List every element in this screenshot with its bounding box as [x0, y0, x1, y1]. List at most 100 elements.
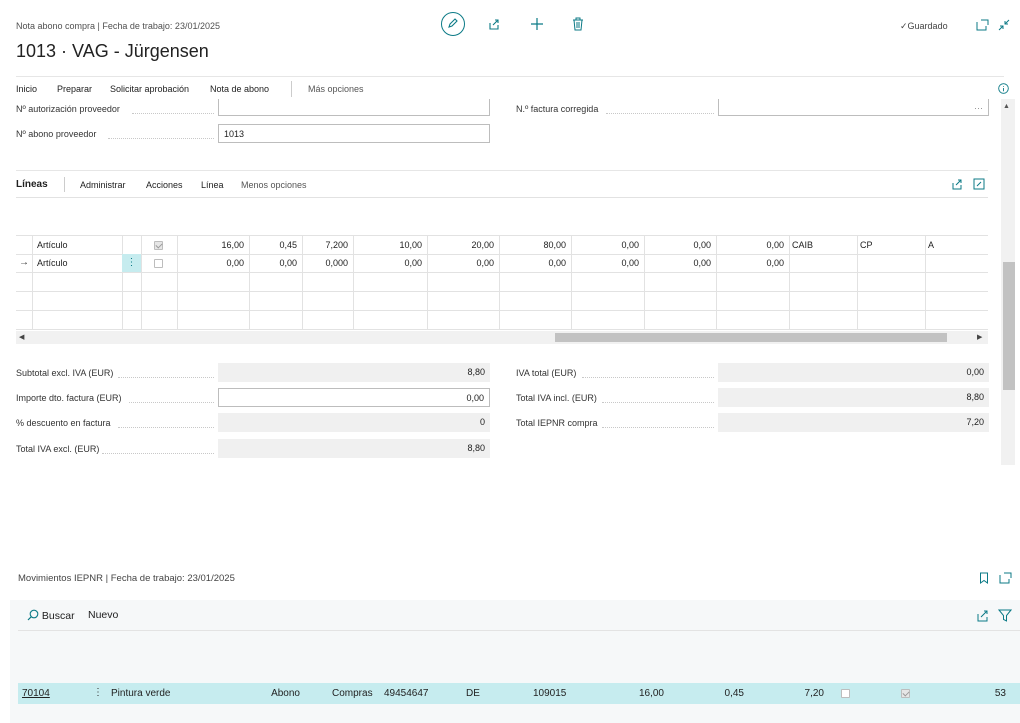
grid-line: [32, 236, 33, 330]
table-cell[interactable]: 0,00: [719, 240, 784, 250]
table-cell[interactable]: A: [928, 240, 983, 250]
table-cell[interactable]: 0,45: [252, 240, 297, 250]
open-new-window-icon[interactable]: [999, 572, 1012, 584]
divider: [291, 81, 292, 97]
grid-line: [16, 329, 988, 330]
grid-line: [249, 236, 250, 330]
leader-dots: [118, 427, 214, 428]
divider: [64, 177, 65, 192]
hscrollbar-thumb[interactable]: [555, 333, 947, 342]
grid-line: [427, 236, 428, 330]
apply-iepnr-checkbox[interactable]: [154, 259, 163, 268]
total-excl-value: 8,80: [218, 439, 490, 458]
action-mas-opciones[interactable]: Más opciones: [308, 84, 364, 94]
scrollbar-thumb[interactable]: [1003, 262, 1015, 390]
iepnr-total-value: 7,20: [718, 413, 989, 432]
apply-iepnr-checkbox[interactable]: [154, 241, 163, 250]
leader-dots: [582, 377, 714, 378]
credit-memo-page: Nota abono compra | Fecha de trabajo: 23…: [0, 0, 1020, 470]
total-excl-label: Total IVA excl. (EUR): [16, 444, 100, 454]
table-cell[interactable]: 0,00: [252, 258, 297, 268]
field-label-auth: Nº autorización proveedor: [16, 104, 120, 114]
open-new-window-icon[interactable]: [976, 19, 989, 31]
action-nota-de-abono[interactable]: Nota de abono: [210, 84, 269, 94]
table-cell[interactable]: 0,00: [502, 258, 566, 268]
tab-administrar[interactable]: Administrar: [80, 180, 126, 190]
table-cell[interactable]: 0,00: [356, 258, 422, 268]
collapse-icon[interactable]: [998, 19, 1010, 31]
share-icon[interactable]: [487, 17, 501, 31]
table-cell[interactable]: Artículo: [37, 240, 117, 250]
table-cell[interactable]: 0,000: [305, 258, 348, 268]
scroll-right-icon[interactable]: ▶: [977, 333, 982, 341]
leader-dots: [108, 138, 214, 139]
grid-line: [16, 235, 988, 236]
saved-status: ✓Guardado: [900, 21, 948, 31]
auth-input[interactable]: [218, 99, 490, 116]
grid-line: [499, 236, 500, 330]
tab-acciones[interactable]: Acciones: [146, 180, 183, 190]
sujeto-checkbox[interactable]: [901, 689, 910, 698]
leader-dots: [606, 113, 714, 114]
table-cell[interactable]: 0,00: [647, 240, 711, 250]
table-cell[interactable]: 0,00: [719, 258, 784, 268]
search-label: Buscar: [41, 610, 75, 622]
grid-line: [571, 236, 572, 330]
share-icon[interactable]: [976, 609, 989, 622]
table-cell[interactable]: 0,00: [430, 258, 494, 268]
table-cell[interactable]: 80,00: [502, 240, 566, 250]
table-cell[interactable]: CP: [860, 240, 920, 250]
total-incl-value: 8,80: [718, 388, 989, 407]
action-preparar[interactable]: Preparar: [57, 84, 92, 94]
table-cell[interactable]: CAIB: [792, 240, 852, 250]
table-cell: 7,20: [804, 688, 824, 699]
action-solicitar-aprobacion[interactable]: Solicitar aprobación: [110, 84, 189, 94]
table-cell[interactable]: Artículo: [37, 258, 117, 268]
table-cell[interactable]: 7,200: [305, 240, 348, 250]
scroll-left-icon[interactable]: ◀: [19, 333, 24, 341]
divider: [16, 76, 1004, 77]
exento-checkbox[interactable]: [841, 689, 850, 698]
table-cell: Compras: [332, 688, 373, 699]
bookmark-icon[interactable]: [979, 572, 989, 584]
row-menu-icon[interactable]: ⋮: [93, 687, 103, 698]
table-cell[interactable]: 16,00: [180, 240, 244, 250]
expand-icon[interactable]: [973, 178, 985, 190]
share-icon[interactable]: [951, 178, 963, 190]
lines-title: Líneas: [16, 179, 48, 190]
trash-icon[interactable]: [572, 17, 584, 31]
grid-line: [789, 236, 790, 330]
divider: [16, 170, 988, 171]
plus-icon[interactable]: [530, 17, 544, 31]
discount-pct-label: % descuento en factura: [16, 418, 111, 428]
corrected-invoice-input[interactable]: ···: [718, 99, 989, 116]
new-button[interactable]: Nuevo: [88, 609, 118, 621]
table-cell[interactable]: 0,00: [574, 258, 639, 268]
search-icon: [27, 609, 39, 621]
table-cell[interactable]: 20,00: [430, 240, 494, 250]
total-incl-label: Total IVA incl. (EUR): [516, 393, 597, 403]
table-cell: Abono: [271, 688, 300, 699]
divider: [16, 197, 988, 198]
movements-caption: Movimientos IEPNR | Fecha de trabajo: 23…: [18, 573, 235, 584]
leader-dots: [602, 402, 714, 403]
tab-linea[interactable]: Línea: [201, 180, 224, 190]
search-button[interactable]: Buscar: [27, 609, 75, 622]
scroll-up-icon[interactable]: ▲: [1003, 103, 1010, 110]
table-cell[interactable]: 0,00: [647, 258, 711, 268]
discount-amount-input[interactable]: 0,00: [218, 388, 490, 407]
filter-icon[interactable]: [998, 609, 1012, 622]
action-inicio[interactable]: Inicio: [16, 84, 37, 94]
table-cell: Pintura verde: [111, 688, 171, 699]
abono-input[interactable]: 1013: [218, 124, 490, 143]
subtotal-label: Subtotal excl. IVA (EUR): [16, 368, 114, 378]
tab-menos-opciones[interactable]: Menos opciones: [241, 180, 307, 190]
row-menu-button[interactable]: ⋮: [122, 254, 141, 272]
edit-button[interactable]: [441, 12, 465, 36]
table-cell[interactable]: 0,00: [180, 258, 244, 268]
movement-link[interactable]: 70104: [22, 688, 70, 699]
grid-line: [16, 254, 988, 255]
info-icon[interactable]: [998, 83, 1009, 94]
table-cell[interactable]: 0,00: [574, 240, 639, 250]
table-cell[interactable]: 10,00: [356, 240, 422, 250]
